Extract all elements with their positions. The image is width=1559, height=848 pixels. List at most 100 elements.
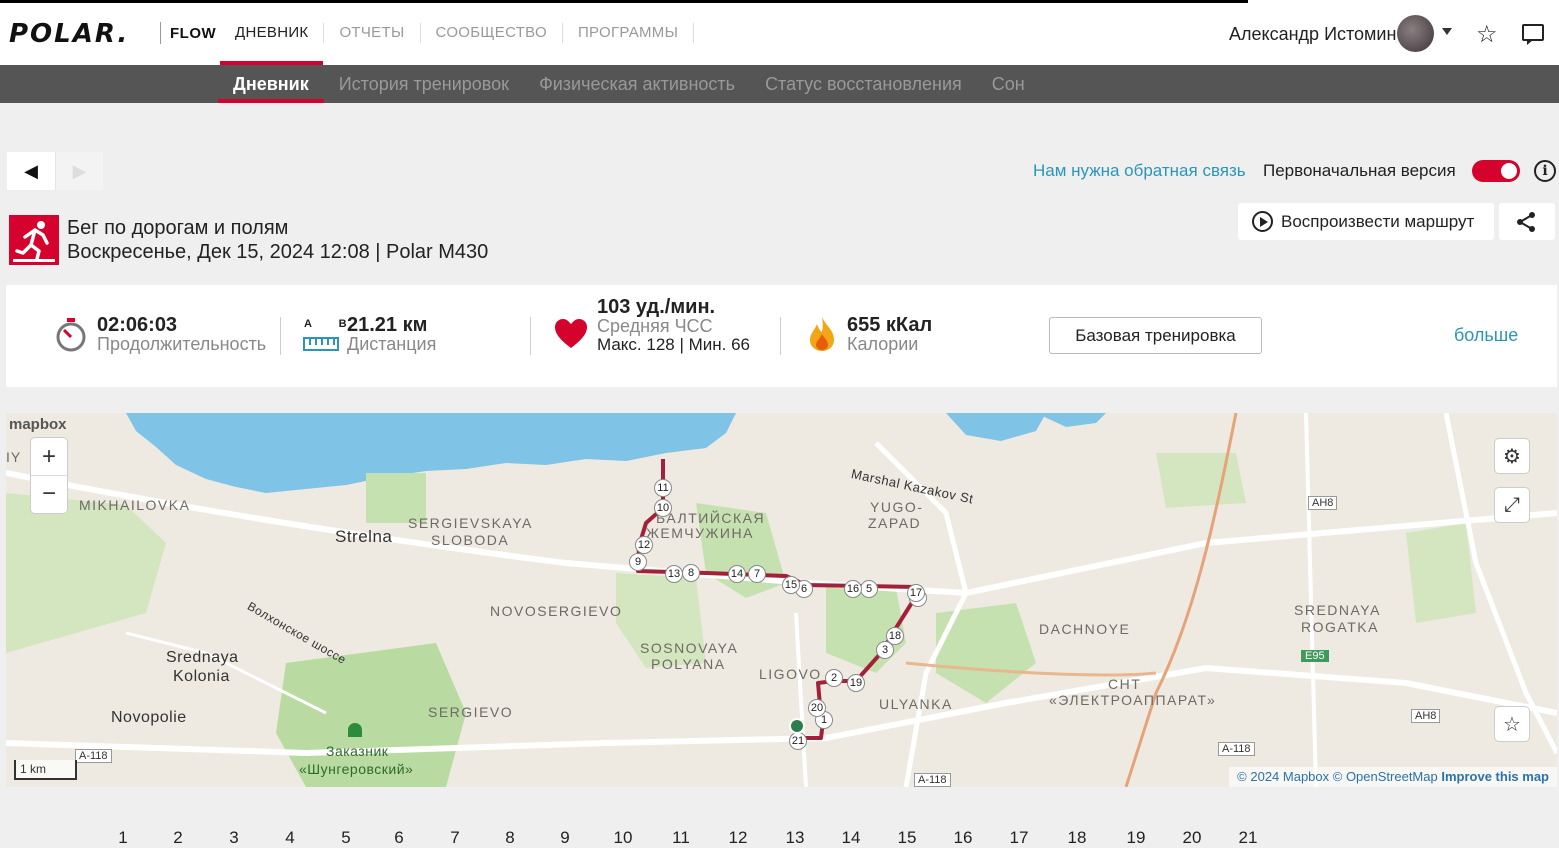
lap-marker[interactable]: 8 — [682, 564, 700, 582]
nav-reports[interactable]: ОТЧЕТЫ — [324, 0, 419, 65]
play-icon — [1252, 211, 1273, 232]
lap-number[interactable]: 21 — [1233, 828, 1263, 848]
lap-number[interactable]: 19 — [1121, 828, 1151, 848]
share-icon — [1517, 212, 1535, 232]
chevron-down-icon[interactable] — [1442, 28, 1452, 35]
zoom-in-button[interactable]: + — [31, 438, 67, 475]
map-label-novopolie: Novopolie — [111, 709, 187, 726]
subnav-recovery[interactable]: Статус восстановления — [750, 65, 977, 103]
lap-number[interactable]: 12 — [723, 828, 753, 848]
lap-marker[interactable]: 16 — [844, 580, 862, 598]
map-label-polyana: POLYANA — [651, 656, 726, 672]
map-label-elektroapparat: «ЭЛЕКТРОАППАРАТ» — [1049, 692, 1217, 708]
more-link[interactable]: больше — [1454, 325, 1518, 346]
lap-marker[interactable]: 7 — [748, 565, 766, 583]
play-route-button[interactable]: Воспроизвести маршрут — [1238, 203, 1494, 240]
lap-marker[interactable]: 9 — [629, 553, 647, 571]
park-area — [1156, 453, 1246, 508]
lap-number[interactable]: 7 — [440, 828, 470, 848]
lap-marker[interactable]: 19 — [847, 674, 865, 692]
lap-number[interactable]: 16 — [948, 828, 978, 848]
subnav-activity[interactable]: Физическая активность — [524, 65, 750, 103]
lap-number[interactable]: 15 — [892, 828, 922, 848]
lap-marker[interactable]: 2 — [825, 669, 843, 687]
hr-label: Средняя ЧСС — [597, 316, 713, 336]
lap-number[interactable]: 6 — [384, 828, 414, 848]
zoom-out-button[interactable]: − — [31, 475, 67, 512]
star-icon[interactable]: ☆ — [1476, 20, 1498, 49]
lap-marker[interactable]: 17 — [907, 584, 925, 602]
stat-divider — [530, 317, 531, 355]
lap-number[interactable]: 11 — [666, 828, 696, 848]
road-shield-a118: A-118 — [914, 773, 951, 787]
feedback-link[interactable]: Нам нужна обратная связь — [1033, 161, 1246, 181]
map-label-snt: СНТ — [1108, 676, 1142, 692]
attribution-text[interactable]: © 2024 Mapbox © OpenStreetMap — [1237, 769, 1438, 784]
base-training-button[interactable]: Базовая тренировка — [1049, 317, 1262, 354]
park-area — [6, 493, 166, 653]
nav-divider — [693, 22, 695, 43]
info-icon[interactable]: i — [1534, 160, 1556, 182]
lap-marker[interactable]: 20 — [808, 699, 826, 717]
lap-marker[interactable]: 14 — [728, 565, 746, 583]
fullscreen-button[interactable]: ⤢ — [1495, 488, 1529, 522]
map-label-sergievo: SERGIEVO — [428, 704, 514, 720]
lap-marker[interactable]: 15 — [782, 576, 800, 594]
nav-community[interactable]: СООБЩЕСТВО — [421, 0, 562, 65]
user-name[interactable]: Александр Истомин — [1229, 24, 1396, 45]
flow-label: FLOW — [170, 25, 217, 42]
mapbox-logo[interactable]: mapbox — [9, 416, 67, 433]
subnav-sleep[interactable]: Сон — [977, 65, 1040, 103]
road-shield-ah8: AH8 — [1308, 496, 1338, 510]
lap-number[interactable]: 1 — [108, 828, 138, 848]
flame-icon — [810, 317, 834, 351]
next-session-button[interactable]: ▶ — [55, 152, 103, 190]
polar-logo[interactable]: POLAR. — [9, 20, 129, 48]
lap-number[interactable]: 13 — [780, 828, 810, 848]
route-map[interactable]: Strelna MIKHAILOVKA SERGIEVSKAYA SLOBODA… — [6, 413, 1557, 787]
prev-session-button[interactable]: ◀ — [7, 152, 55, 190]
improve-map-link[interactable]: Improve this map — [1441, 769, 1549, 784]
lap-marker[interactable]: 21 — [789, 732, 807, 750]
lap-number[interactable]: 9 — [550, 828, 580, 848]
favorite-route-button[interactable]: ☆ — [1495, 707, 1529, 741]
map-attribution: © 2024 Mapbox © OpenStreetMap Improve th… — [1229, 767, 1557, 787]
avatar[interactable] — [1397, 15, 1434, 52]
map-label-srednaya-kolonia: Srednaya — [166, 649, 239, 666]
lap-number[interactable]: 8 — [495, 828, 525, 848]
map-label-baltiyskaya: БАЛТИЙСКАЯ — [656, 510, 766, 526]
road-shield-a118: A-118 — [1218, 742, 1255, 756]
lap-number[interactable]: 5 — [331, 828, 361, 848]
lap-number[interactable]: 4 — [275, 828, 305, 848]
share-button[interactable] — [1499, 203, 1555, 240]
lap-marker[interactable]: 13 — [665, 565, 683, 583]
map-settings-button[interactable]: ⚙ — [1495, 439, 1529, 473]
lap-number[interactable]: 14 — [836, 828, 866, 848]
message-icon[interactable] — [1522, 24, 1544, 45]
lap-marker[interactable]: 11 — [654, 479, 672, 497]
lap-number[interactable]: 3 — [219, 828, 249, 848]
lap-marker[interactable]: 12 — [635, 536, 653, 554]
map-label-ligovo: LIGOVO — [759, 666, 822, 682]
map-label-srednaya-rogatka: ROGATKA — [1301, 619, 1379, 635]
lap-number[interactable]: 20 — [1177, 828, 1207, 848]
nav-programs[interactable]: ПРОГРАММЫ — [563, 0, 693, 65]
lap-number[interactable]: 17 — [1004, 828, 1034, 848]
ruler-icon — [303, 337, 339, 351]
start-marker[interactable] — [789, 718, 805, 734]
lap-number[interactable]: 10 — [608, 828, 638, 848]
lap-strip: 1 2 3 4 5 6 7 8 9 10 11 12 13 14 15 16 17 18 19 20 21 — [0, 820, 1559, 847]
lap-marker[interactable]: 10 — [654, 499, 672, 517]
zoom-control: + − — [31, 438, 67, 513]
lap-marker[interactable]: 18 — [886, 627, 904, 645]
lap-marker[interactable]: 5 — [860, 580, 878, 598]
lap-number[interactable]: 18 — [1062, 828, 1092, 848]
map-label-iy: IY — [6, 449, 22, 465]
original-version-toggle[interactable] — [1472, 160, 1520, 182]
sport-name: Бег по дорогам и полям — [67, 217, 289, 239]
subnav-training-history[interactable]: История тренировок — [324, 65, 524, 103]
nav-diary[interactable]: ДНЕВНИК — [220, 0, 324, 65]
subnav-diary[interactable]: Дневник — [218, 65, 324, 103]
lap-number[interactable]: 2 — [163, 828, 193, 848]
map-label-ulyanka: ULYANKA — [879, 696, 953, 712]
